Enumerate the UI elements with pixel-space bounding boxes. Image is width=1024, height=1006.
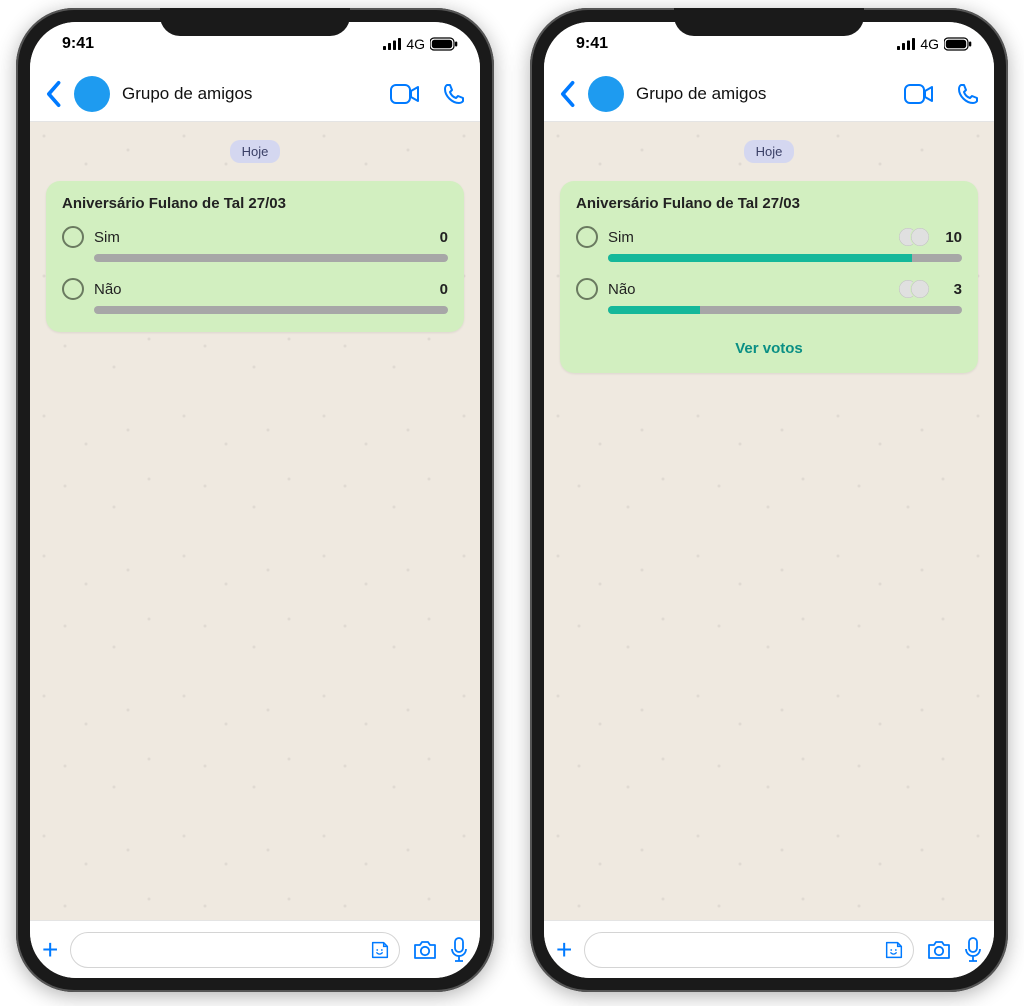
chat-header: Grupo de amigos — [544, 66, 994, 122]
status-time: 9:41 — [576, 35, 608, 53]
back-button[interactable] — [558, 80, 576, 108]
radio-icon[interactable] — [62, 278, 84, 300]
poll-question: Aniversário Fulano de Tal 27/03 — [576, 195, 962, 212]
chat-avatar[interactable] — [74, 76, 110, 112]
voice-call-button[interactable] — [956, 82, 980, 106]
camera-button[interactable] — [926, 939, 952, 961]
phone-frame-right: 9:41 4G Grupo de amigos Hoje Aniversário… — [530, 8, 1008, 992]
poll-option-label: Sim — [94, 229, 420, 246]
attach-button[interactable]: + — [42, 936, 58, 964]
radio-icon[interactable] — [62, 226, 84, 248]
message-input-bar: + — [544, 920, 994, 978]
video-call-button[interactable] — [390, 84, 420, 104]
poll-option-label: Não — [94, 281, 420, 298]
sticker-icon[interactable] — [369, 939, 391, 961]
battery-icon — [430, 37, 458, 51]
voice-call-button[interactable] — [442, 82, 466, 106]
screen: 9:41 4G Grupo de amigos Hoje Aniversário… — [30, 22, 480, 978]
poll-option-2[interactable]: Não 0 — [62, 278, 448, 314]
status-time: 9:41 — [62, 35, 94, 53]
poll-option-label: Sim — [608, 229, 888, 246]
chat-body[interactable]: Hoje Aniversário Fulano de Tal 27/03 Sim… — [30, 122, 480, 920]
sticker-icon[interactable] — [883, 939, 905, 961]
poll-message: Aniversário Fulano de Tal 27/03 Sim 0 Nã… — [46, 181, 464, 332]
message-input-bar: + — [30, 920, 480, 978]
microphone-button[interactable] — [964, 937, 982, 963]
poll-message: Aniversário Fulano de Tal 27/03 Sim 10 — [560, 181, 978, 373]
phone-frame-left: 9:41 4G Grupo de amigos Hoje Aniversário… — [16, 8, 494, 992]
radio-icon[interactable] — [576, 226, 598, 248]
avatar-icon — [910, 227, 930, 247]
camera-button[interactable] — [412, 939, 438, 961]
chat-avatar[interactable] — [588, 76, 624, 112]
status-right: 4G — [383, 36, 458, 52]
voter-avatars — [898, 227, 930, 247]
poll-option-label: Não — [608, 281, 888, 298]
network-label: 4G — [406, 36, 425, 52]
chat-header: Grupo de amigos — [30, 66, 480, 122]
poll-option-count: 3 — [944, 281, 962, 298]
microphone-button[interactable] — [450, 937, 468, 963]
chat-title[interactable]: Grupo de amigos — [636, 84, 892, 104]
screen: 9:41 4G Grupo de amigos Hoje Aniversário… — [544, 22, 994, 978]
status-right: 4G — [897, 36, 972, 52]
avatar-icon — [910, 279, 930, 299]
poll-option-2[interactable]: Não 3 — [576, 278, 962, 314]
notch — [674, 8, 864, 36]
poll-option-1[interactable]: Sim 10 — [576, 226, 962, 262]
view-votes-button[interactable]: Ver votos — [576, 330, 962, 359]
poll-option-count: 10 — [944, 229, 962, 246]
poll-option-count: 0 — [430, 229, 448, 246]
date-separator: Hoje — [744, 140, 795, 163]
poll-progress-bar — [94, 254, 448, 262]
chat-body[interactable]: Hoje Aniversário Fulano de Tal 27/03 Sim… — [544, 122, 994, 920]
poll-question: Aniversário Fulano de Tal 27/03 — [62, 195, 448, 212]
network-label: 4G — [920, 36, 939, 52]
voter-avatars — [898, 279, 930, 299]
cellular-signal-icon — [897, 38, 915, 50]
poll-progress-bar — [608, 306, 962, 314]
message-text-input[interactable] — [584, 932, 914, 968]
back-button[interactable] — [44, 80, 62, 108]
message-text-input[interactable] — [70, 932, 400, 968]
video-call-button[interactable] — [904, 84, 934, 104]
chat-title[interactable]: Grupo de amigos — [122, 84, 378, 104]
cellular-signal-icon — [383, 38, 401, 50]
attach-button[interactable]: + — [556, 936, 572, 964]
poll-progress-bar — [94, 306, 448, 314]
poll-option-1[interactable]: Sim 0 — [62, 226, 448, 262]
poll-option-count: 0 — [430, 281, 448, 298]
notch — [160, 8, 350, 36]
radio-icon[interactable] — [576, 278, 598, 300]
battery-icon — [944, 37, 972, 51]
date-separator: Hoje — [230, 140, 281, 163]
poll-progress-bar — [608, 254, 962, 262]
